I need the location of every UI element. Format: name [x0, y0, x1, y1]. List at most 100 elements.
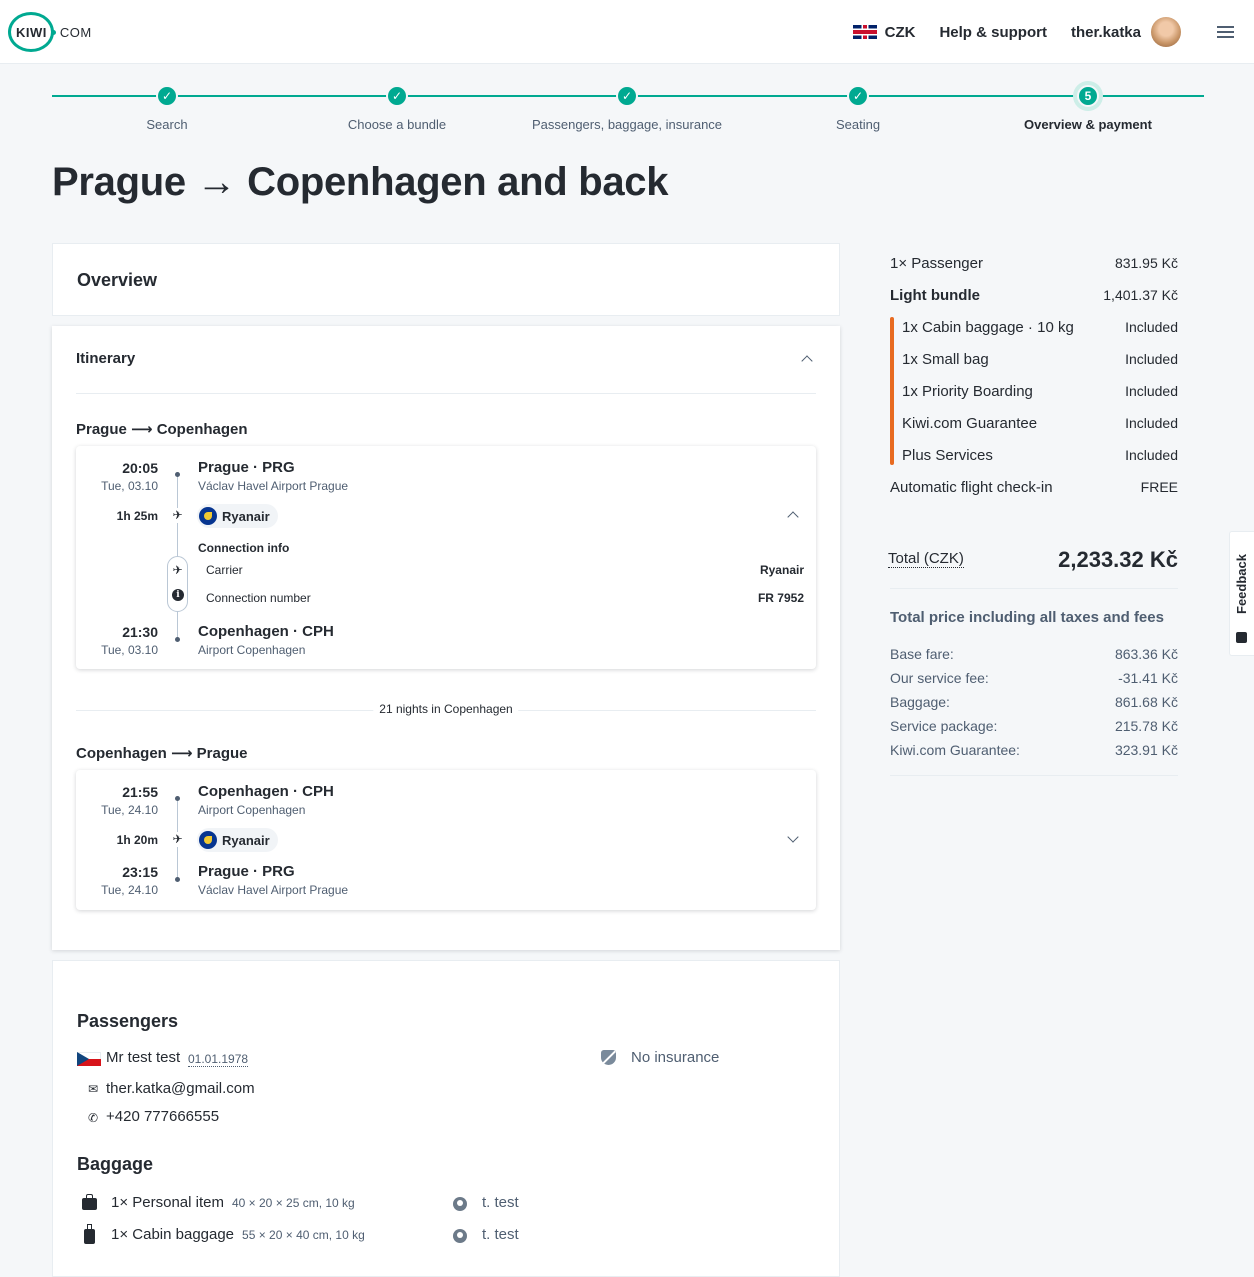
itinerary-title: Itinerary — [76, 350, 136, 367]
summary-value: Included — [1125, 351, 1178, 367]
passenger-dob[interactable]: 01.01.1978 — [188, 1053, 249, 1067]
currency-button[interactable]: CZK — [885, 24, 916, 41]
step-label: Search — [146, 117, 188, 132]
connection-number-value: FR 7952 — [757, 591, 804, 605]
check-icon: ✓ — [386, 85, 408, 107]
divider — [890, 588, 1178, 589]
header-actions: CZK Help & support ther.katka — [852, 0, 1254, 64]
collapse-segment-icon[interactable] — [787, 511, 799, 523]
summary-label: 1x Priority Boarding — [902, 383, 1033, 400]
ryanair-logo-icon — [199, 831, 217, 849]
carrier-label: Carrier — [206, 563, 243, 577]
inbound-segment[interactable]: 21:55 Tue, 24.10 1h 20m 23:15 Tue, 24.10… — [76, 770, 816, 910]
feedback-icon — [1236, 632, 1247, 643]
booking-progress: ✓ Search ✓ Choose a bundle ✓ Passengers,… — [52, 84, 1204, 134]
check-icon: ✓ — [847, 85, 869, 107]
help-support-link[interactable]: Help & support — [939, 24, 1047, 41]
timeline-dot — [175, 637, 180, 642]
arrival-place: Copenhagen · CPH — [198, 623, 334, 640]
step-number: 5 — [1077, 85, 1099, 107]
kiwi-logo[interactable]: KIWI COM — [8, 12, 91, 52]
baggage-item: 1× Cabin baggage 55 × 20 × 40 cm, 10 kg — [111, 1226, 365, 1243]
feedback-label: Feedback — [1234, 554, 1249, 614]
hamburger-menu-icon[interactable] — [1217, 26, 1234, 38]
overview-card: Overview — [52, 243, 840, 316]
summary-value: Included — [1125, 383, 1178, 399]
user-icon — [453, 1197, 467, 1211]
step-seating[interactable]: ✓ Seating — [743, 84, 973, 132]
check-icon: ✓ — [156, 85, 178, 107]
phone-icon: ✆ — [88, 1111, 99, 1125]
uk-flag-icon[interactable] — [852, 25, 877, 39]
departure-date: Tue, 03.10 — [101, 479, 158, 493]
summary-label: Light bundle — [890, 287, 980, 304]
step-search[interactable]: ✓ Search — [52, 84, 282, 132]
itinerary-card: Itinerary Prague ⟶ Copenhagen 20:05 Tue,… — [52, 326, 840, 950]
arrival-airport: Airport Copenhagen — [198, 643, 306, 657]
departure-airport: Václav Havel Airport Prague — [198, 479, 349, 493]
flight-duration: 1h 25m — [116, 509, 158, 523]
fee-value: 323.91 Kč — [1114, 742, 1178, 758]
summary-label: Plus Services — [902, 447, 993, 464]
step-overview-payment: 5 Overview & payment — [973, 84, 1203, 132]
feedback-tab[interactable]: Feedback — [1229, 531, 1254, 656]
arrival-date: Tue, 24.10 — [101, 883, 158, 897]
flight-duration: 1h 20m — [116, 833, 158, 847]
collapse-itinerary-icon[interactable] — [801, 355, 813, 367]
fee-label: Our service fee: — [890, 670, 989, 686]
personal-bag-icon — [82, 1194, 97, 1210]
ryanair-logo-icon — [199, 507, 217, 525]
departure-place: Prague · PRG — [198, 459, 295, 476]
arrival-date: Tue, 03.10 — [101, 643, 158, 657]
passengers-title: Passengers — [77, 1011, 179, 1031]
connection-box: ✈ i — [167, 556, 188, 612]
fee-label: Kiwi.com Guarantee: — [890, 742, 1020, 758]
logo-suffix: COM — [59, 24, 92, 40]
nights-label: 21 nights in Copenhagen — [373, 702, 519, 716]
summary-label: 1x Cabin baggage · 10 kg — [902, 319, 1074, 336]
summary-label: Kiwi.com Guarantee — [902, 415, 1038, 432]
arrival-time: 23:15 — [122, 864, 158, 880]
check-icon: ✓ — [616, 85, 638, 107]
page-title: Prague → Copenhagen and back — [52, 160, 669, 204]
top-header: KIWI COM CZK Help & support ther.katka — [0, 0, 1254, 64]
carrier-name: Ryanair — [222, 832, 270, 848]
fee-value: 861.68 Kč — [1114, 694, 1178, 710]
summary-value: 1,401.37 Kč — [1103, 287, 1178, 303]
arrival-time: 21:30 — [122, 624, 158, 640]
summary-value: Included — [1125, 447, 1178, 463]
carrier-badge: Ryanair — [197, 828, 278, 852]
cabin-trolley-icon — [84, 1224, 95, 1244]
total-value: 2,233.32 Kč — [1058, 547, 1178, 572]
fee-label: Baggage: — [890, 694, 950, 710]
plane-icon: ✈ — [170, 508, 185, 523]
step-label: Passengers, baggage, insurance — [531, 117, 723, 132]
carrier-value: Ryanair — [759, 563, 804, 577]
baggage-owner: t. test — [482, 1194, 519, 1211]
baggage-title: Baggage — [77, 1154, 154, 1174]
plane-icon: ✈ — [170, 563, 185, 578]
logo-dot — [50, 29, 56, 35]
departure-time: 21:55 — [122, 784, 158, 800]
avatar[interactable] — [1151, 17, 1181, 47]
departure-time: 20:05 — [122, 460, 158, 476]
fee-value: -31.41 Kč — [1118, 670, 1178, 686]
connection-info-title: Connection info — [198, 541, 290, 555]
connection-number-label: Connection number — [206, 591, 311, 605]
total-label[interactable]: Total (CZK) — [888, 551, 964, 568]
expand-segment-icon[interactable] — [787, 831, 799, 843]
step-label: Seating — [835, 117, 881, 132]
passenger-email: ther.katka@gmail.com — [106, 1080, 255, 1097]
divider — [890, 775, 1178, 776]
passenger-name: Mr test test — [106, 1049, 181, 1066]
baggage-item-dims: 55 × 20 × 40 cm, 10 kg — [242, 1228, 365, 1242]
overview-title: Overview — [77, 270, 158, 290]
baggage-item: 1× Personal item 40 × 20 × 25 cm, 10 kg — [111, 1194, 355, 1211]
baggage-item-name: 1× Personal item — [111, 1194, 224, 1211]
account-username[interactable]: ther.katka — [1071, 24, 1141, 41]
step-choose-bundle[interactable]: ✓ Choose a bundle — [282, 84, 512, 132]
step-passengers[interactable]: ✓ Passengers, baggage, insurance — [512, 84, 742, 132]
summary-value: 831.95 Kč — [1114, 255, 1178, 271]
passenger-phone: +420 777666555 — [106, 1108, 220, 1125]
no-insurance-shield-icon — [601, 1050, 616, 1065]
